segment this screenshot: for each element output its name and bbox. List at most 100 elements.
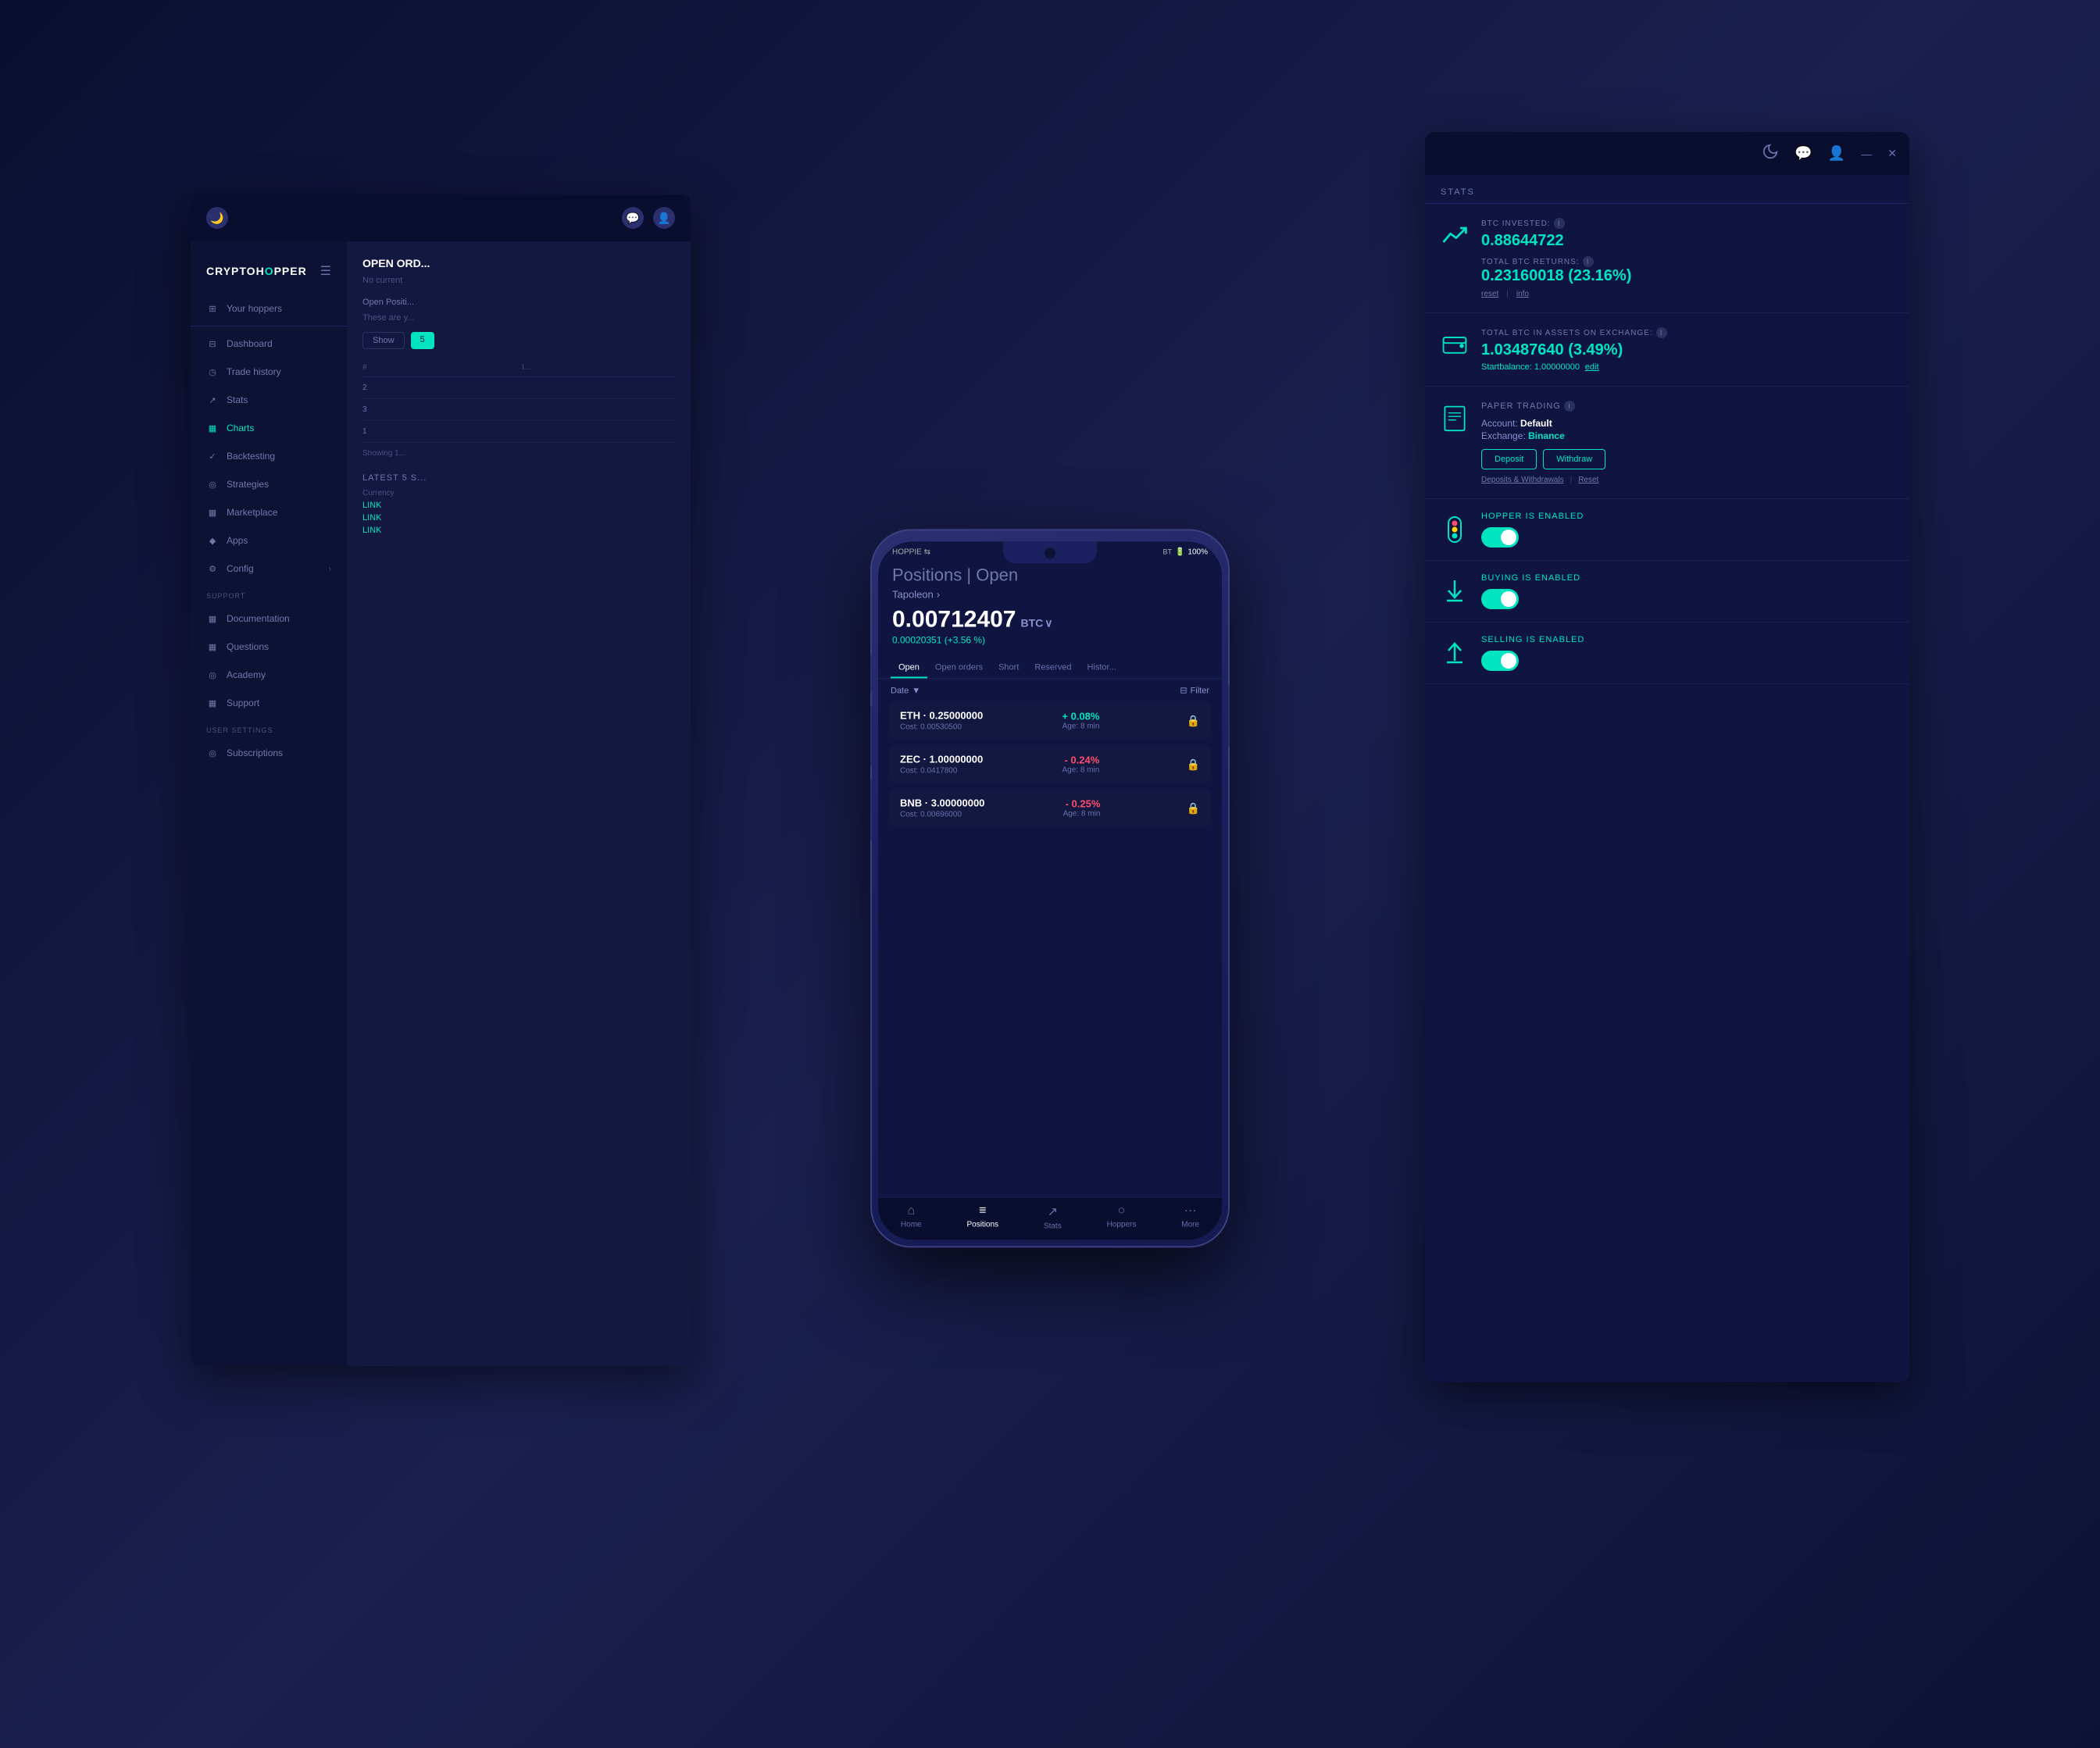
btc-currency-dropdown[interactable]: ∨	[1045, 616, 1052, 630]
pos-eth-pct: + 0.08%	[1062, 710, 1099, 722]
filter-button[interactable]: ⊟ Filter	[1180, 685, 1209, 695]
battery-icon: 🔋	[1175, 548, 1184, 556]
reset-pt-link[interactable]: Reset	[1578, 476, 1598, 484]
moon-icon-back[interactable]: 🌙	[206, 207, 228, 229]
user-settings-label: USER SETTINGS	[191, 717, 347, 739]
sidebar-item-apps[interactable]: ◆ Apps	[191, 526, 347, 555]
info-icon-btc[interactable]: i	[1554, 218, 1565, 229]
pos-eth-age: Age: 8 min	[1062, 722, 1099, 730]
btc-invested-label: BTC INVESTED: i	[1481, 218, 1894, 229]
buying-toggle-switch[interactable]	[1481, 589, 1519, 609]
total-btc-assets-details: TOTAL BTC IN ASSETS ON EXCHANGE: i 1.034…	[1481, 327, 1894, 372]
position-eth[interactable]: ETH · 0.25000000 Cost: 0.00530500 + 0.08…	[889, 701, 1211, 739]
sidebar-label-dashboard: Dashboard	[227, 338, 273, 349]
sidebar-item-marketplace[interactable]: ▦ Marketplace	[191, 498, 347, 526]
stats-top-bar: 💬 👤 — ✕	[1425, 132, 1909, 175]
positions-label: Positions	[966, 1220, 998, 1229]
sidebar-item-dashboard[interactable]: ⊟ Dashboard	[191, 330, 347, 358]
carrier-name: HOPPIE	[892, 548, 922, 556]
sidebar-item-stats[interactable]: ↗ Stats	[191, 386, 347, 414]
user-icon-stats[interactable]: 👤	[1828, 145, 1845, 162]
pos-zec-right: - 0.24% Age: 8 min	[1062, 754, 1099, 774]
chat-icon-stats[interactable]: 💬	[1795, 145, 1812, 162]
sidebar-item-documentation[interactable]: ▦ Documentation	[191, 605, 347, 633]
moon-icon-stats[interactable]	[1762, 143, 1779, 164]
show-btn-label[interactable]: Show	[362, 332, 405, 349]
sidebar-item-your-hoppers[interactable]: ⊞ Your hoppers	[191, 294, 347, 323]
paper-trading-block: PAPER TRADING i Account: Default Exchang…	[1425, 387, 1909, 499]
position-bnb[interactable]: BNB · 3.00000000 Cost: 0.00696000 - 0.25…	[889, 789, 1211, 826]
questions-icon: ▦	[206, 640, 219, 653]
deposit-button[interactable]: Deposit	[1481, 449, 1537, 469]
link-3[interactable]: LINK	[362, 526, 675, 535]
power-button[interactable]	[1228, 685, 1230, 747]
battery-pct: 100%	[1188, 548, 1208, 556]
sidebar-item-trade-history[interactable]: ◷ Trade history	[191, 358, 347, 386]
show-btn-active[interactable]: 5	[411, 332, 434, 349]
deposits-withdrawals-link[interactable]: Deposits & Withdrawals	[1481, 476, 1564, 484]
link-1[interactable]: LINK	[362, 501, 675, 510]
sidebar-item-charts[interactable]: ▦ Charts	[191, 414, 347, 442]
link-2[interactable]: LINK	[362, 513, 675, 523]
sidebar-item-config[interactable]: ⚙ Config ›	[191, 555, 347, 583]
main-content-area: OPEN ORD... No current Open Positi... Th…	[347, 241, 691, 1366]
user-icon-back[interactable]: 👤	[653, 207, 675, 229]
open-positions-label: Open Positi...	[362, 298, 675, 307]
hopper-status-label: HOPPER IS ENABLED	[1481, 512, 1894, 521]
volume-down-button[interactable]	[870, 779, 872, 841]
tab-open-orders[interactable]: Open orders	[927, 658, 991, 678]
pos-bnb-name: BNB · 3.00000000	[900, 797, 984, 808]
selling-toggle-switch[interactable]	[1481, 651, 1519, 671]
withdraw-button[interactable]: Withdraw	[1543, 449, 1605, 469]
tab-history[interactable]: Histor...	[1079, 658, 1123, 678]
start-balance: Startbalance: 1.00000000 edit	[1481, 362, 1894, 372]
reset-link[interactable]: reset	[1481, 290, 1498, 298]
total-btc-assets-value: 1.03487640 (3.49%)	[1481, 341, 1894, 359]
latest-section: LATEST 5 S... Currency LINK LINK LINK	[362, 473, 675, 535]
phone-nav-more[interactable]: ··· More	[1181, 1204, 1199, 1230]
mute-button[interactable]	[870, 654, 872, 693]
total-btc-assets-block: TOTAL BTC IN ASSETS ON EXCHANGE: i 1.034…	[1425, 313, 1909, 387]
hopper-toggle-details: HOPPER IS ENABLED	[1481, 512, 1894, 548]
hopper-toggle-switch[interactable]	[1481, 527, 1519, 548]
tab-short[interactable]: Short	[991, 658, 1027, 678]
hamburger-icon[interactable]: ☰	[320, 263, 331, 279]
status-icons: BT 🔋 100%	[1162, 548, 1208, 556]
support-section-label: SUPPORT	[191, 583, 347, 605]
position-zec[interactable]: ZEC · 1.00000000 Cost: 0.0417800 - 0.24%…	[889, 745, 1211, 783]
edit-link[interactable]: edit	[1585, 362, 1599, 372]
total-btc-assets-label: TOTAL BTC IN ASSETS ON EXCHANGE: i	[1481, 327, 1894, 338]
phone-nav-positions[interactable]: ≡ Positions	[966, 1204, 998, 1230]
tab-open[interactable]: Open	[891, 658, 927, 678]
pos-bnb-lock-icon: 🔒	[1187, 801, 1200, 815]
info-icon-paper[interactable]: i	[1564, 401, 1575, 412]
download-arrow-icon	[1441, 577, 1469, 605]
phone-nav-home[interactable]: ⌂ Home	[901, 1204, 922, 1230]
chat-icon-back[interactable]: 💬	[622, 207, 644, 229]
minimize-btn[interactable]: —	[1861, 148, 1872, 160]
date-filter[interactable]: Date ▼	[891, 686, 920, 695]
btc-invested-details: BTC INVESTED: i 0.88644722 TOTAL BTC RET…	[1481, 218, 1894, 298]
sidebar-item-academy[interactable]: ◎ Academy	[191, 661, 347, 689]
sidebar-item-support[interactable]: ▦ Support	[191, 689, 347, 717]
volume-up-button[interactable]	[870, 705, 872, 767]
info-icon-assets[interactable]: i	[1656, 327, 1667, 338]
stats-top-icons: 💬 👤 — ✕	[1762, 143, 1897, 164]
pos-zec-pct: - 0.24%	[1062, 754, 1099, 765]
pos-bnb-age: Age: 8 min	[1063, 809, 1101, 818]
trending-up-icon	[1441, 221, 1469, 249]
sidebar-item-backtesting[interactable]: ✓ Backtesting	[191, 442, 347, 470]
info-icon-returns[interactable]: i	[1583, 256, 1594, 267]
close-btn[interactable]: ✕	[1888, 147, 1897, 160]
sidebar-item-subscriptions[interactable]: ◎ Subscriptions	[191, 739, 347, 767]
pos-eth-name: ETH · 0.25000000	[900, 709, 983, 721]
phone-nav-hoppers[interactable]: ○ Hoppers	[1107, 1204, 1137, 1230]
wifi-icon: ⇆	[924, 548, 930, 556]
phone-nav-stats[interactable]: ↗ Stats	[1044, 1204, 1062, 1230]
pos-bnb-right: - 0.25% Age: 8 min	[1063, 797, 1101, 818]
tab-reserved[interactable]: Reserved	[1027, 658, 1079, 678]
date-dropdown-icon: ▼	[912, 686, 920, 695]
sidebar-item-questions[interactable]: ▦ Questions	[191, 633, 347, 661]
sidebar-item-strategies[interactable]: ◎ Strategies	[191, 470, 347, 498]
info-link[interactable]: info	[1516, 290, 1529, 298]
